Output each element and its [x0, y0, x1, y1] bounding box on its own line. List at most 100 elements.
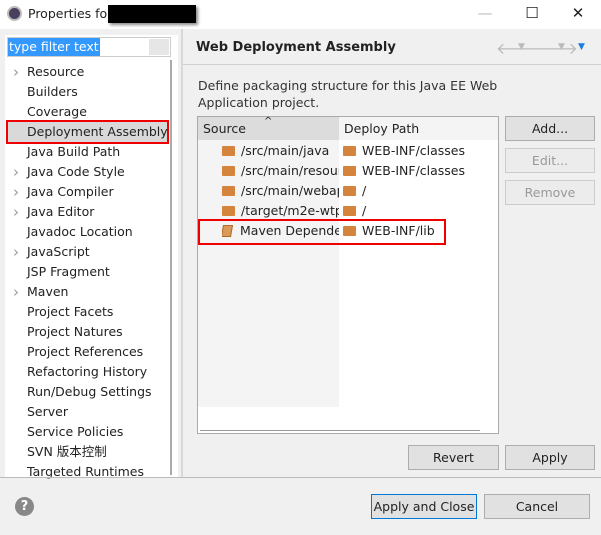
tree-item-label: Resource — [27, 64, 85, 79]
source-text: /src/main/resour — [241, 163, 339, 178]
tree-item-label: Builders — [27, 84, 78, 99]
table-row[interactable]: /src/main/java WEB-INF/classes — [198, 141, 498, 161]
deploy-text: / — [362, 203, 367, 218]
deploy-text: WEB-INF/classes — [362, 143, 466, 158]
expand-chevron-icon[interactable]: › — [13, 282, 19, 302]
tree-item-label: SVN 版本控制 — [27, 444, 107, 459]
tree-item[interactable]: Project Natures — [10, 322, 160, 342]
tree-item[interactable]: › Java Code Style — [10, 162, 160, 182]
tree-item[interactable]: SVN 版本控制 — [10, 442, 160, 462]
remove-button[interactable]: Remove — [505, 180, 595, 205]
minimize-button[interactable]: — — [470, 4, 500, 24]
tree-item-label: JavaScript — [27, 244, 90, 259]
tree-item[interactable]: Run/Debug Settings — [10, 382, 160, 402]
tree-item[interactable]: › Resource — [10, 62, 160, 82]
close-button[interactable]: ✕ — [563, 4, 593, 24]
clear-filter-button[interactable] — [149, 39, 169, 55]
tree-item[interactable]: Project References — [10, 342, 160, 362]
tree-item[interactable]: Java Build Path — [10, 142, 160, 162]
assembly-table[interactable]: Source ^ Deploy Path /src/main/java WEB-IN… — [197, 116, 499, 434]
tree-item-label: Project Facets — [27, 304, 114, 319]
edit-button[interactable]: Edit... — [505, 148, 595, 173]
tree-item-label: Server — [27, 404, 68, 419]
tree-scrollbar[interactable] — [170, 60, 172, 475]
tree-item[interactable]: Service Policies — [10, 422, 160, 442]
source-text: /target/m2e-wtp/ — [241, 203, 339, 218]
table-row[interactable]: /src/main/webap / — [198, 181, 498, 201]
tree-item-label: Project References — [27, 344, 144, 359]
sash-divider[interactable] — [181, 29, 183, 477]
tree-item[interactable]: Deployment Assembly — [6, 120, 169, 144]
folder-icon — [222, 146, 235, 156]
maximize-button[interactable]: ☐ — [517, 4, 547, 24]
source-cell: /src/main/resour — [222, 161, 339, 181]
add-button[interactable]: Add... — [505, 116, 595, 141]
source-column-header[interactable]: Source ^ — [198, 116, 339, 140]
deploy-text: / — [362, 183, 367, 198]
deploy-text: WEB-INF/classes — [362, 163, 466, 178]
source-text: /src/main/webap — [241, 183, 339, 198]
tree-item-label: Javadoc Location — [27, 224, 133, 239]
tree-item-label: Java Editor — [27, 204, 95, 219]
expand-chevron-icon[interactable]: › — [13, 182, 19, 202]
apply-and-close-button[interactable]: Apply and Close — [371, 494, 477, 519]
tree-item[interactable]: Project Facets — [10, 302, 160, 322]
source-text: /src/main/java — [241, 143, 330, 158]
expand-chevron-icon[interactable]: › — [13, 202, 19, 222]
forward-dropdown-icon[interactable]: ▼ — [558, 42, 565, 52]
tree-item[interactable]: Coverage — [10, 102, 160, 122]
source-cell: /target/m2e-wtp/ — [222, 201, 339, 221]
source-cell: /src/main/java — [222, 141, 339, 161]
deploy-path-column-header[interactable]: Deploy Path — [339, 117, 498, 140]
tree-item[interactable]: › JavaScript — [10, 242, 160, 262]
expand-chevron-icon[interactable]: › — [13, 62, 19, 82]
redacted-project-name — [108, 5, 196, 23]
page-title: Web Deployment Assembly — [196, 40, 396, 55]
cancel-button[interactable]: Cancel — [484, 494, 590, 519]
highlight-box — [198, 219, 446, 245]
tree-item[interactable]: Refactoring History — [10, 362, 160, 382]
tree-item-label: Java Code Style — [27, 164, 125, 179]
folder-icon — [343, 166, 356, 176]
tree-item[interactable]: › Maven — [10, 282, 160, 302]
footer-separator — [0, 477, 601, 478]
deploy-cell: WEB-INF/classes — [343, 141, 498, 161]
source-cell: /src/main/webap — [222, 181, 339, 201]
expand-chevron-icon[interactable]: › — [13, 162, 19, 182]
deploy-cell: WEB-INF/classes — [343, 161, 498, 181]
page-description: Define packaging structure for this Java… — [198, 78, 498, 110]
tree-item[interactable]: Targeted Runtimes — [10, 462, 160, 482]
tree-item[interactable]: Server — [10, 402, 160, 422]
back-dropdown-icon[interactable]: ▼ — [518, 42, 525, 52]
forward-arrow-icon[interactable]: 🡒 — [535, 38, 578, 58]
header-separator — [183, 64, 601, 65]
tree-item-label: Coverage — [27, 104, 87, 119]
filter-input[interactable]: type filter text — [7, 37, 171, 57]
window-title: Properties for — [28, 6, 113, 21]
apply-button[interactable]: Apply — [505, 445, 595, 470]
tree-item-label: Refactoring History — [27, 364, 148, 379]
tree-item-label: Project Natures — [27, 324, 123, 339]
tree-item-label: Maven — [27, 284, 69, 299]
table-row[interactable]: /target/m2e-wtp/ / — [198, 201, 498, 221]
folder-icon — [222, 166, 235, 176]
tree-item[interactable]: Javadoc Location — [10, 222, 160, 242]
tree-item[interactable]: › Java Editor — [10, 202, 160, 222]
source-header-label: Source — [203, 121, 246, 136]
tree-item[interactable]: › Java Compiler — [10, 182, 160, 202]
tree-item[interactable]: Builders — [10, 82, 160, 102]
table-row[interactable]: /src/main/resour WEB-INF/classes — [198, 161, 498, 181]
filter-text: type filter text — [8, 38, 100, 56]
horizontal-scrollbar[interactable] — [200, 430, 480, 431]
tree-item-label: Java Compiler — [27, 184, 114, 199]
deploy-cell: / — [343, 201, 498, 221]
tree-item[interactable]: JSP Fragment — [10, 262, 160, 282]
tree-item-label: Java Build Path — [27, 144, 121, 159]
view-menu-icon[interactable]: ▼ — [578, 42, 585, 52]
expand-chevron-icon[interactable]: › — [13, 242, 19, 262]
tree-item-label: JSP Fragment — [27, 264, 110, 279]
revert-button[interactable]: Revert — [408, 445, 499, 470]
folder-icon — [343, 206, 356, 216]
help-icon[interactable]: ? — [15, 497, 34, 516]
folder-icon — [222, 206, 235, 216]
